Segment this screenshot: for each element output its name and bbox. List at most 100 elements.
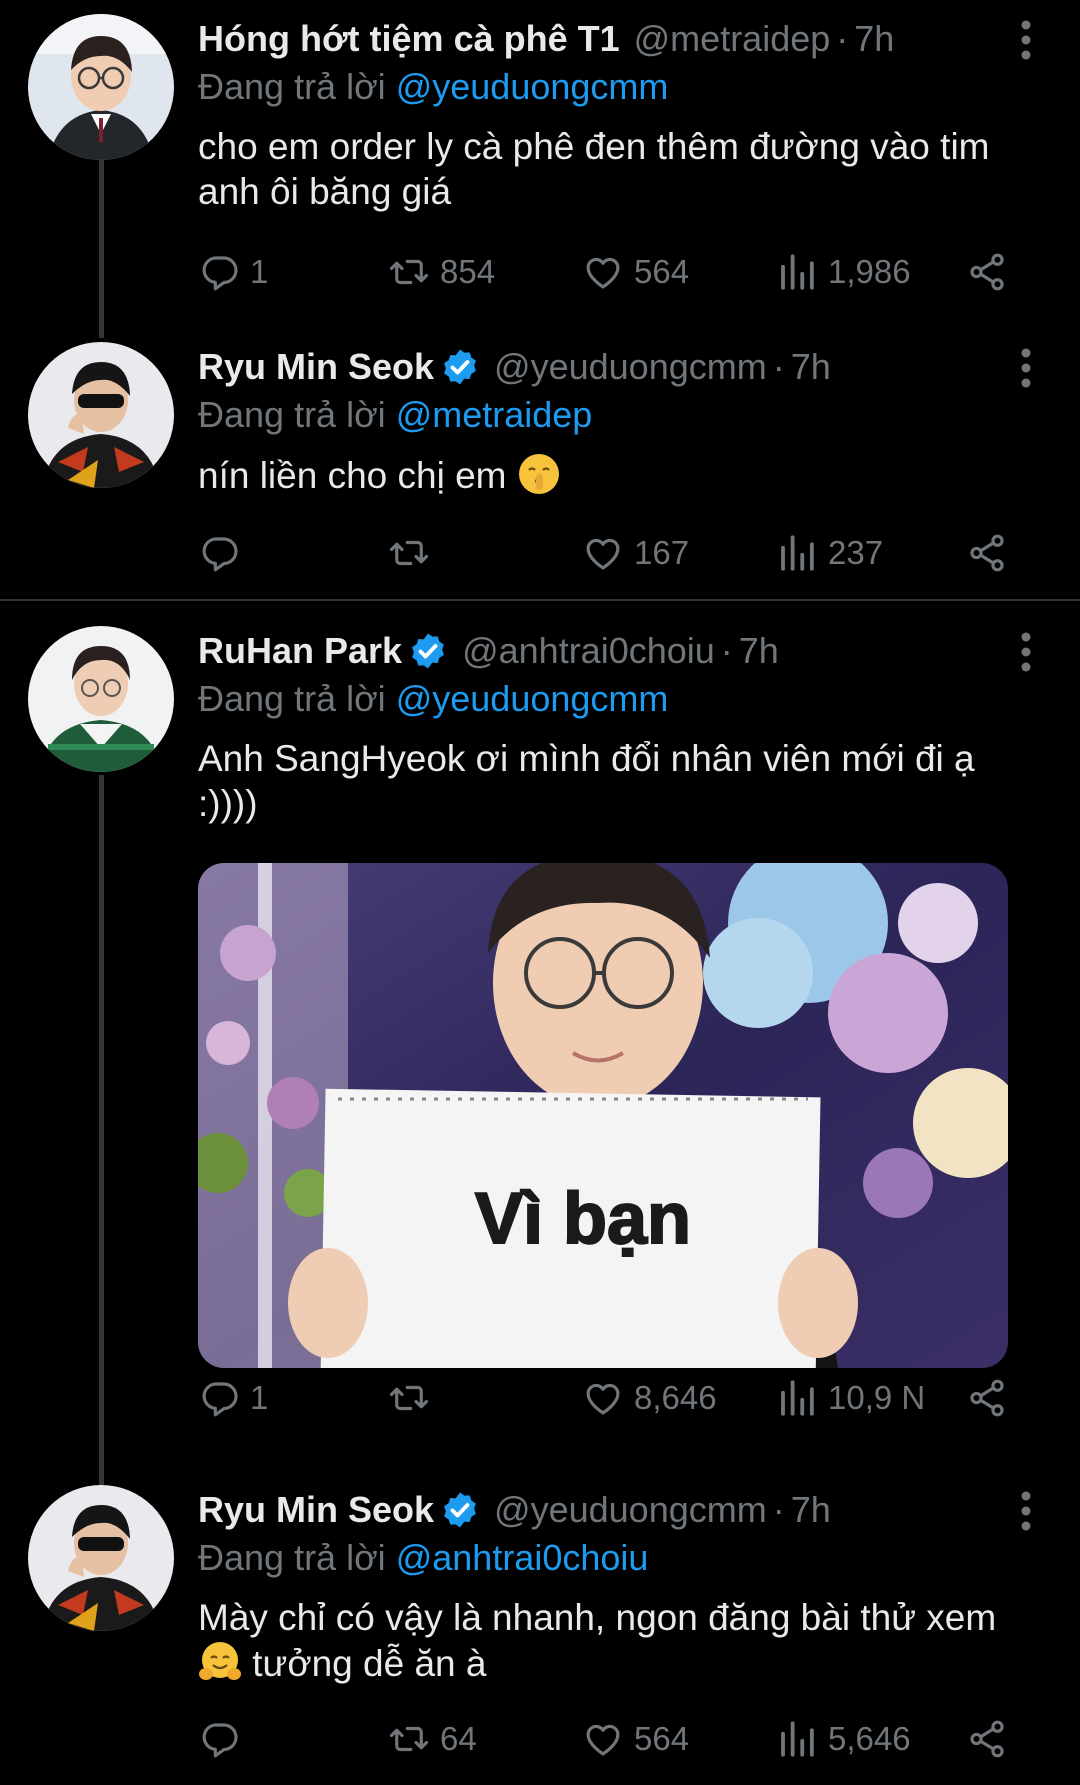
- avatar[interactable]: [28, 14, 174, 160]
- retweet-button[interactable]: [388, 1370, 440, 1426]
- timestamp[interactable]: 7h: [739, 630, 779, 672]
- mention-link[interactable]: @yeuduongcmm: [396, 66, 669, 107]
- user-handle[interactable]: @metraidep: [634, 18, 831, 60]
- more-options-icon[interactable]: [1014, 346, 1038, 390]
- share-button[interactable]: [966, 244, 1008, 300]
- reply-icon: [198, 1377, 240, 1419]
- reply-icon: [198, 532, 240, 574]
- share-button[interactable]: [966, 1711, 1008, 1767]
- tweet[interactable]: Ryu Min Seok @yeuduongcmm · 7h Đang trả …: [0, 1473, 1080, 1785]
- view-count: 10,9 N: [828, 1379, 926, 1416]
- share-icon: [966, 251, 1008, 293]
- separator-dot: ·: [836, 18, 849, 59]
- more-options-icon[interactable]: [1014, 630, 1038, 674]
- retweet-icon: [388, 1718, 430, 1760]
- reply-button[interactable]: 1: [198, 1370, 268, 1426]
- like-button[interactable]: 564: [582, 1711, 689, 1767]
- heart-icon: [582, 532, 624, 574]
- more-options-icon[interactable]: [1014, 1489, 1038, 1533]
- replying-prefix: Đang trả lời: [198, 1537, 386, 1578]
- replying-to: Đang trả lời @metraidep: [198, 392, 1050, 438]
- separator-dot: ·: [772, 1489, 785, 1530]
- replying-to: Đang trả lời @yeuduongcmm: [198, 676, 1050, 722]
- timestamp[interactable]: 7h: [791, 1489, 831, 1531]
- reply-icon: [198, 1718, 240, 1760]
- replying-to: Đang trả lời @yeuduongcmm: [198, 64, 1050, 110]
- conversation-divider: [0, 599, 1080, 601]
- share-button[interactable]: [966, 1370, 1008, 1426]
- timestamp[interactable]: 7h: [791, 346, 831, 388]
- shushing-face-emoji: [517, 452, 561, 496]
- heart-icon: [582, 251, 624, 293]
- share-icon: [966, 532, 1008, 574]
- avatar[interactable]: [28, 342, 174, 488]
- verified-badge-icon: [440, 347, 480, 387]
- retweet-icon: [388, 532, 430, 574]
- view-count: 237: [828, 534, 884, 571]
- views-icon: [776, 532, 818, 574]
- views-button[interactable]: 1,986: [776, 244, 911, 300]
- like-count: 8,646: [634, 1379, 717, 1416]
- like-button[interactable]: 8,646: [582, 1370, 717, 1426]
- tweet-image[interactable]: Vì bạn: [198, 863, 1008, 1368]
- tweet-text: nín liền cho chị em: [198, 452, 1050, 498]
- tweet[interactable]: RuHan Park @anhtrai0choiu · 7h Đang trả …: [0, 610, 1080, 1470]
- replying-prefix: Đang trả lời: [198, 678, 386, 719]
- verified-badge-icon: [440, 1490, 480, 1530]
- share-icon: [966, 1377, 1008, 1419]
- display-name[interactable]: Hóng hớt tiệm cà phê T1: [198, 18, 620, 60]
- hugging-face-emoji: [198, 1640, 242, 1684]
- display-name[interactable]: Ryu Min Seok: [198, 346, 434, 388]
- retweet-button[interactable]: [388, 525, 440, 581]
- tweet[interactable]: Ryu Min Seok @yeuduongcmm · 7h Đang trả …: [0, 330, 1080, 600]
- views-icon: [776, 251, 818, 293]
- mention-link[interactable]: @metraidep: [396, 394, 593, 435]
- retweet-count: 854: [440, 253, 496, 290]
- like-button[interactable]: 564: [582, 244, 689, 300]
- views-button[interactable]: 10,9 N: [776, 1370, 925, 1426]
- share-icon: [966, 1718, 1008, 1760]
- more-options-icon[interactable]: [1014, 18, 1038, 62]
- retweet-button[interactable]: 854: [388, 244, 495, 300]
- display-name[interactable]: RuHan Park: [198, 630, 402, 672]
- retweet-button[interactable]: 64: [388, 1711, 477, 1767]
- tweet-text: Mày chỉ có vậy là nhanh, ngon đăng bài t…: [198, 1595, 1050, 1686]
- user-handle[interactable]: @yeuduongcmm: [494, 1489, 767, 1531]
- views-button[interactable]: 237: [776, 525, 883, 581]
- share-button[interactable]: [966, 525, 1008, 581]
- replying-prefix: Đang trả lời: [198, 394, 386, 435]
- replying-to: Đang trả lời @anhtrai0choiu: [198, 1535, 1050, 1581]
- user-handle[interactable]: @anhtrai0choiu: [462, 630, 715, 672]
- mention-link[interactable]: @yeuduongcmm: [396, 678, 669, 719]
- heart-icon: [582, 1718, 624, 1760]
- replying-prefix: Đang trả lời: [198, 66, 386, 107]
- tweet-text: cho em order ly cà phê đen thêm đường và…: [198, 126, 990, 212]
- image-caption: Vì bạn: [475, 1179, 691, 1259]
- tweet[interactable]: Hóng hớt tiệm cà phê T1 @metraidep · 7h …: [0, 0, 1080, 330]
- reply-button[interactable]: [198, 1711, 250, 1767]
- timestamp[interactable]: 7h: [854, 18, 894, 60]
- views-icon: [776, 1718, 818, 1760]
- retweet-icon: [388, 251, 430, 293]
- retweet-icon: [388, 1377, 430, 1419]
- like-count: 564: [634, 1720, 690, 1757]
- retweet-count: 64: [440, 1720, 477, 1757]
- separator-dot: ·: [772, 346, 785, 387]
- reply-button[interactable]: [198, 525, 250, 581]
- like-count: 167: [634, 534, 690, 571]
- tweet-text: Anh SangHyeok ơi mình đổi nhân viên mới …: [198, 738, 975, 824]
- mention-link[interactable]: @anhtrai0choiu: [396, 1537, 649, 1578]
- avatar[interactable]: [28, 1485, 174, 1631]
- view-count: 5,646: [828, 1720, 911, 1757]
- reply-count: 1: [250, 1379, 269, 1416]
- tweet-text-content: nín liền cho chị em: [198, 455, 507, 496]
- views-button[interactable]: 5,646: [776, 1711, 911, 1767]
- avatar[interactable]: [28, 626, 174, 772]
- views-icon: [776, 1377, 818, 1419]
- separator-dot: ·: [720, 630, 733, 671]
- display-name[interactable]: Ryu Min Seok: [198, 1489, 434, 1531]
- like-button[interactable]: 167: [582, 525, 689, 581]
- reply-button[interactable]: 1: [198, 244, 268, 300]
- user-handle[interactable]: @yeuduongcmm: [494, 346, 767, 388]
- like-count: 564: [634, 253, 690, 290]
